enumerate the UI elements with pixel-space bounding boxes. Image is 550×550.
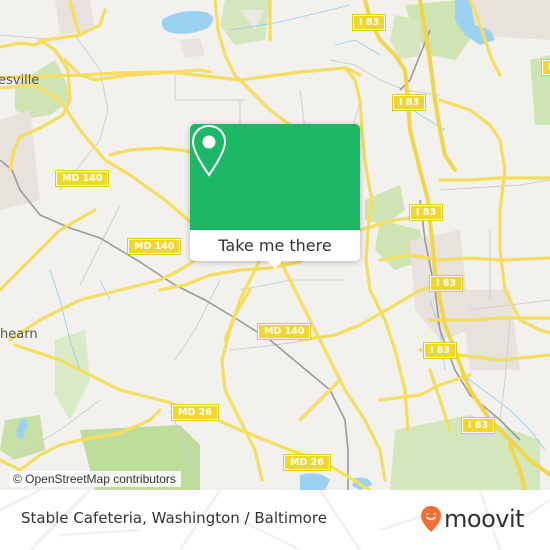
route-shield-md26: MD 26 bbox=[171, 404, 219, 421]
take-me-there-button[interactable]: Take me there bbox=[190, 230, 360, 261]
place-label-pikesville: esville bbox=[0, 73, 40, 88]
brand-name: moovit bbox=[444, 505, 525, 533]
map-view[interactable]: MD 140 MD 140 MD 140 I 83 I 83 I 83 I 83… bbox=[0, 0, 550, 490]
route-shield-i83: I 83 bbox=[391, 94, 427, 111]
route-shield-i83: I 83 bbox=[460, 417, 496, 434]
route-shield-md26: MD 26 bbox=[283, 454, 331, 471]
route-shield-md140: MD 140 bbox=[256, 323, 312, 340]
footer-bar: Stable Cafeteria, Washington / Baltimore… bbox=[0, 490, 550, 550]
moovit-logo[interactable]: moovit bbox=[420, 503, 525, 535]
take-me-there-popup[interactable]: Take me there bbox=[190, 124, 360, 269]
map-attribution[interactable]: © OpenStreetMap contributors bbox=[10, 471, 181, 487]
location-pin-icon bbox=[191, 124, 227, 177]
route-shield-md140: MD 140 bbox=[54, 170, 110, 187]
route-shield-i83: I 83 bbox=[428, 275, 464, 292]
moovit-smiley-pin-icon bbox=[421, 506, 441, 532]
popup-pointer bbox=[267, 260, 283, 269]
route-shield-i83: I 83 bbox=[422, 342, 458, 359]
place-title: Stable Cafeteria, Washington / Baltimore bbox=[21, 509, 327, 527]
place-label-woodlawn: hearn bbox=[0, 327, 38, 342]
route-shield-i83: I 83 bbox=[408, 204, 444, 221]
route-shield-md140: MD 140 bbox=[126, 238, 182, 255]
route-shield-i83: I 83 bbox=[351, 14, 387, 31]
route-shield-i83: I 83 bbox=[540, 59, 550, 76]
popup-header[interactable] bbox=[190, 124, 360, 230]
